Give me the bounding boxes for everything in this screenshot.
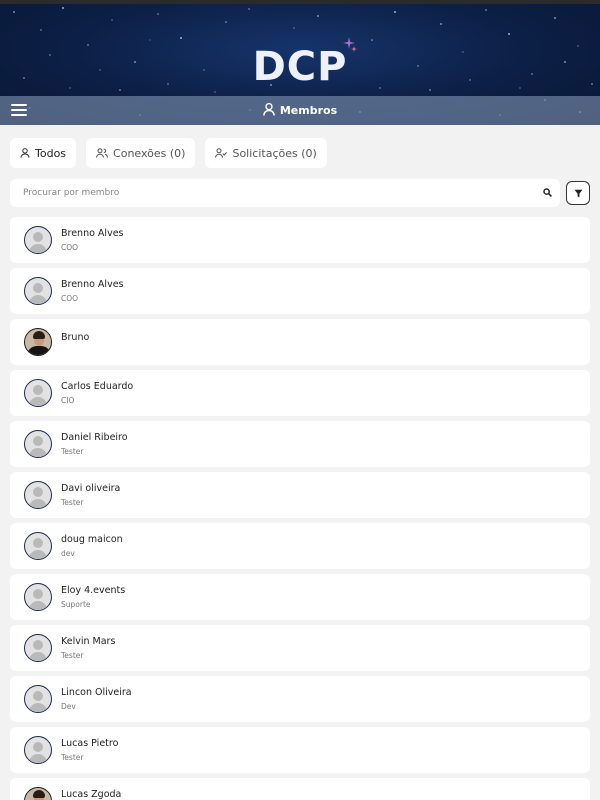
avatar — [24, 532, 52, 560]
member-name: Carlos Eduardo — [61, 381, 134, 392]
list-item[interactable]: Bruno — [10, 319, 590, 365]
member-role: CIO — [61, 396, 75, 405]
member-name: doug maicon — [61, 534, 123, 545]
avatar-photo — [24, 787, 52, 800]
member-name: Davi oliveira — [61, 483, 121, 494]
list-item[interactable]: Eloy 4.events Suporte — [10, 574, 590, 620]
sparkle-icon — [343, 37, 357, 52]
avatar — [24, 430, 52, 458]
list-item[interactable]: Brenno Alves COO — [10, 217, 590, 263]
tab-solicitacoes-label: Solicitações (0) — [232, 146, 317, 160]
page-title-label: Membros — [279, 104, 338, 117]
avatar — [24, 685, 52, 713]
members-list: Brenno Alves COO Brenno Alves COO Bruno … — [10, 217, 590, 800]
tab-conexoes-label: Conexões (0) — [113, 146, 186, 160]
member-role: COO — [61, 294, 79, 303]
member-name: Brenno Alves — [61, 228, 124, 239]
user-check-icon — [215, 148, 228, 158]
avatar — [24, 736, 52, 764]
member-name: Daniel Ribeiro — [61, 432, 128, 443]
avatar — [24, 277, 52, 305]
member-role: dev — [61, 549, 75, 558]
tab-todos-label: Todos — [35, 146, 67, 160]
user-icon — [20, 148, 30, 158]
list-item[interactable]: Daniel Ribeiro Tester — [10, 421, 590, 467]
member-name: Bruno — [61, 332, 90, 343]
member-role: Dev — [61, 702, 76, 711]
member-tabs: Todos Conexões (0) Solicitações (0) — [10, 138, 327, 168]
member-role: Tester — [61, 651, 84, 660]
member-role: Tester — [61, 447, 84, 456]
avatar — [24, 379, 52, 407]
list-item[interactable]: Brenno Alves COO — [10, 268, 590, 314]
list-item[interactable]: Lincon Oliveira Dev — [10, 676, 590, 722]
page-title: Membros — [0, 103, 600, 117]
avatar — [24, 226, 52, 254]
search-bar — [10, 179, 560, 207]
tab-solicitacoes[interactable]: Solicitações (0) — [205, 138, 327, 168]
list-item[interactable]: Lucas Zgoda — [10, 778, 590, 800]
avatar — [24, 634, 52, 662]
dcp-logo: DCP — [252, 44, 348, 90]
filter-button[interactable] — [566, 181, 590, 205]
list-item[interactable]: doug maicon dev — [10, 523, 590, 569]
member-name: Brenno Alves — [61, 279, 124, 290]
member-role: Tester — [61, 498, 84, 507]
filter-icon — [574, 189, 582, 197]
tab-todos[interactable]: Todos — [10, 138, 77, 168]
user-icon — [262, 103, 275, 116]
search-icon[interactable] — [543, 188, 552, 197]
member-name: Lucas Pietro — [61, 738, 119, 749]
member-name: Kelvin Mars — [61, 636, 116, 647]
member-role: COO — [61, 243, 79, 252]
member-name: Eloy 4.events — [61, 585, 126, 596]
avatar-photo — [24, 328, 52, 356]
tab-conexoes[interactable]: Conexões (0) — [86, 138, 196, 168]
list-item[interactable]: Davi oliveira Tester — [10, 472, 590, 518]
users-icon — [96, 148, 109, 158]
member-role: Tester — [61, 753, 84, 762]
member-role: Suporte — [61, 600, 91, 609]
list-item[interactable]: Kelvin Mars Tester — [10, 625, 590, 671]
avatar — [24, 583, 52, 611]
avatar — [24, 481, 52, 509]
search-input[interactable] — [10, 179, 530, 207]
member-name: Lucas Zgoda — [61, 789, 122, 800]
list-item[interactable]: Lucas Pietro Tester — [10, 727, 590, 773]
header-banner: DCP Membros — [0, 0, 600, 125]
list-item[interactable]: Carlos Eduardo CIO — [10, 370, 590, 416]
navbar: Membros — [0, 96, 600, 125]
member-name: Lincon Oliveira — [61, 687, 132, 698]
